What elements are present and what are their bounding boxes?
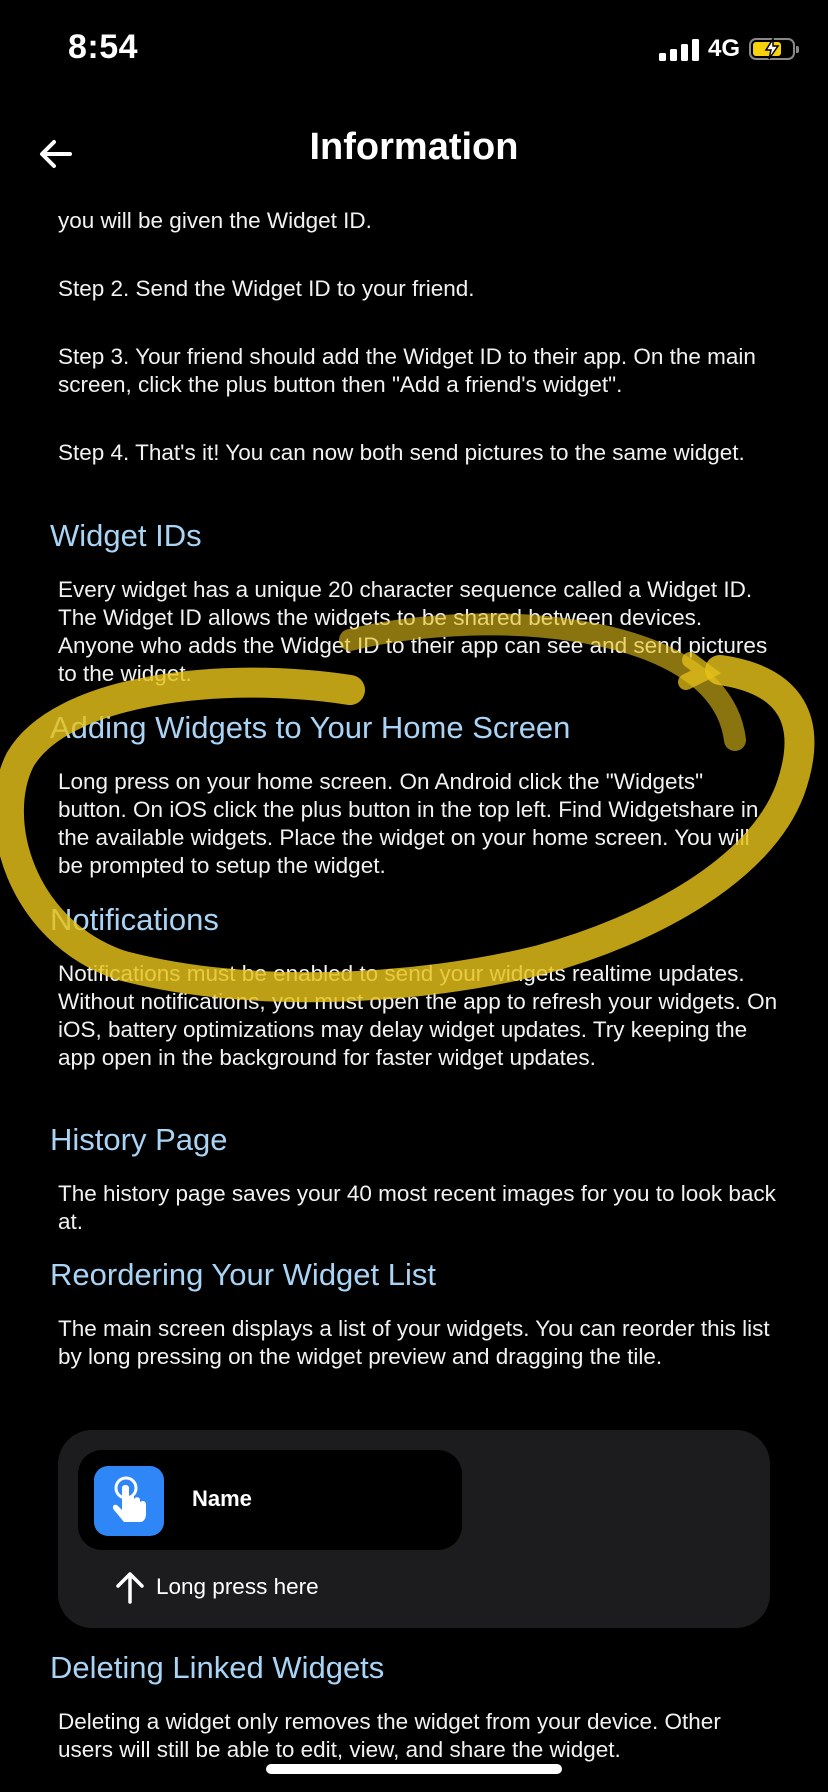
section-body-deleting: Deleting a widget only removes the widge… xyxy=(58,1709,721,1762)
app-header: Information xyxy=(0,118,828,188)
step-4-text: Step 4. That's it! You can now both send… xyxy=(58,440,745,465)
section-body-reordering: The main screen displays a list of your … xyxy=(58,1316,770,1369)
status-indicators: 4G xyxy=(658,35,799,63)
reorder-demo-card: Name Long press here xyxy=(58,1430,770,1628)
section-body-widget-ids: Every widget has a unique 20 character s… xyxy=(58,577,768,686)
step-2-text: Step 2. Send the Widget ID to your frien… xyxy=(58,276,475,301)
section-title-widget-ids: Widget IDs xyxy=(50,518,202,553)
long-press-hint-label: Long press here xyxy=(156,1574,319,1599)
status-bar: 8:54 4G xyxy=(0,0,828,100)
tap-hand-icon xyxy=(112,1476,146,1522)
screen: 8:54 4G Information you will be given th… xyxy=(0,0,828,1792)
section-body-notifications: Notifications must be enabled to send yo… xyxy=(58,961,778,1070)
status-time: 8:54 xyxy=(68,28,139,66)
arrow-up-icon xyxy=(116,1572,144,1604)
widget-tile-preview[interactable]: Name xyxy=(78,1450,462,1550)
section-body-adding-widgets: Long press on your home screen. On Andro… xyxy=(58,769,759,878)
network-type: 4G xyxy=(707,35,740,62)
widget-tile-name: Name xyxy=(192,1486,252,1511)
section-title-deleting: Deleting Linked Widgets xyxy=(50,1650,385,1685)
step-3-text: Step 3. Your friend should add the Widge… xyxy=(58,344,756,397)
section-title-history-page: History Page xyxy=(50,1122,228,1157)
app-icon xyxy=(94,1466,164,1536)
long-press-hint: Long press here xyxy=(114,1570,319,1604)
intro-line: you will be given the Widget ID. xyxy=(58,208,372,233)
home-indicator[interactable] xyxy=(266,1764,562,1774)
section-title-adding-widgets: Adding Widgets to Your Home Screen xyxy=(50,710,571,745)
signal-icon xyxy=(658,37,699,61)
battery-charging-icon xyxy=(749,38,799,60)
section-body-history-page: The history page saves your 40 most rece… xyxy=(58,1181,776,1234)
section-title-notifications: Notifications xyxy=(50,902,219,937)
section-title-reordering: Reordering Your Widget List xyxy=(50,1257,437,1292)
page-title: Information xyxy=(309,126,519,168)
